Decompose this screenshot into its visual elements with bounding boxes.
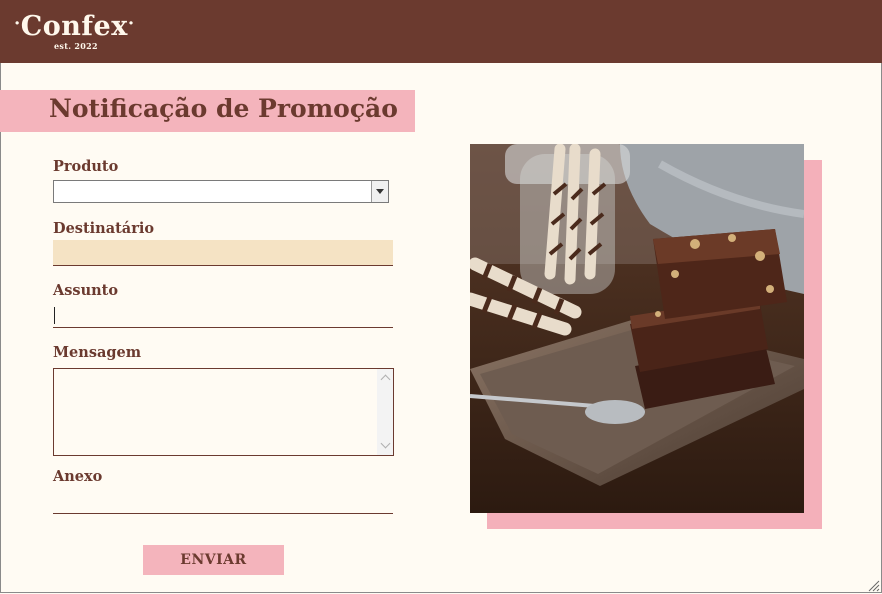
scroll-up-icon[interactable] (380, 374, 391, 385)
anexo-label: Anexo (53, 468, 103, 485)
send-button[interactable]: ENVIAR (143, 545, 284, 575)
header-bar: ·Confex· est. 2022 (0, 0, 882, 63)
produto-select[interactable] (53, 180, 389, 203)
textarea-scrollbar[interactable] (377, 369, 393, 455)
brand-logo: ·Confex· est. 2022 (14, 11, 135, 52)
scroll-down-icon[interactable] (380, 438, 391, 449)
mensagem-textarea[interactable] (53, 368, 394, 456)
text-caret (54, 307, 55, 324)
destinatario-label: Destinatário (53, 220, 155, 237)
produto-label: Produto (53, 158, 119, 175)
brownie-photo (470, 144, 804, 513)
page-title: Notificação de Promoção (49, 94, 398, 123)
brand-tagline: est. 2022 (54, 41, 98, 51)
brand-name: Confex (20, 11, 128, 42)
anexo-field[interactable] (53, 490, 393, 514)
dropdown-arrow-icon[interactable] (371, 181, 388, 202)
assunto-label: Assunto (53, 282, 119, 299)
mensagem-label: Mensagem (53, 344, 142, 361)
destinatario-field[interactable] (53, 240, 393, 266)
title-band: Notificação de Promoção (0, 90, 415, 132)
assunto-field[interactable] (53, 303, 393, 328)
resize-grip-icon[interactable] (866, 578, 880, 592)
